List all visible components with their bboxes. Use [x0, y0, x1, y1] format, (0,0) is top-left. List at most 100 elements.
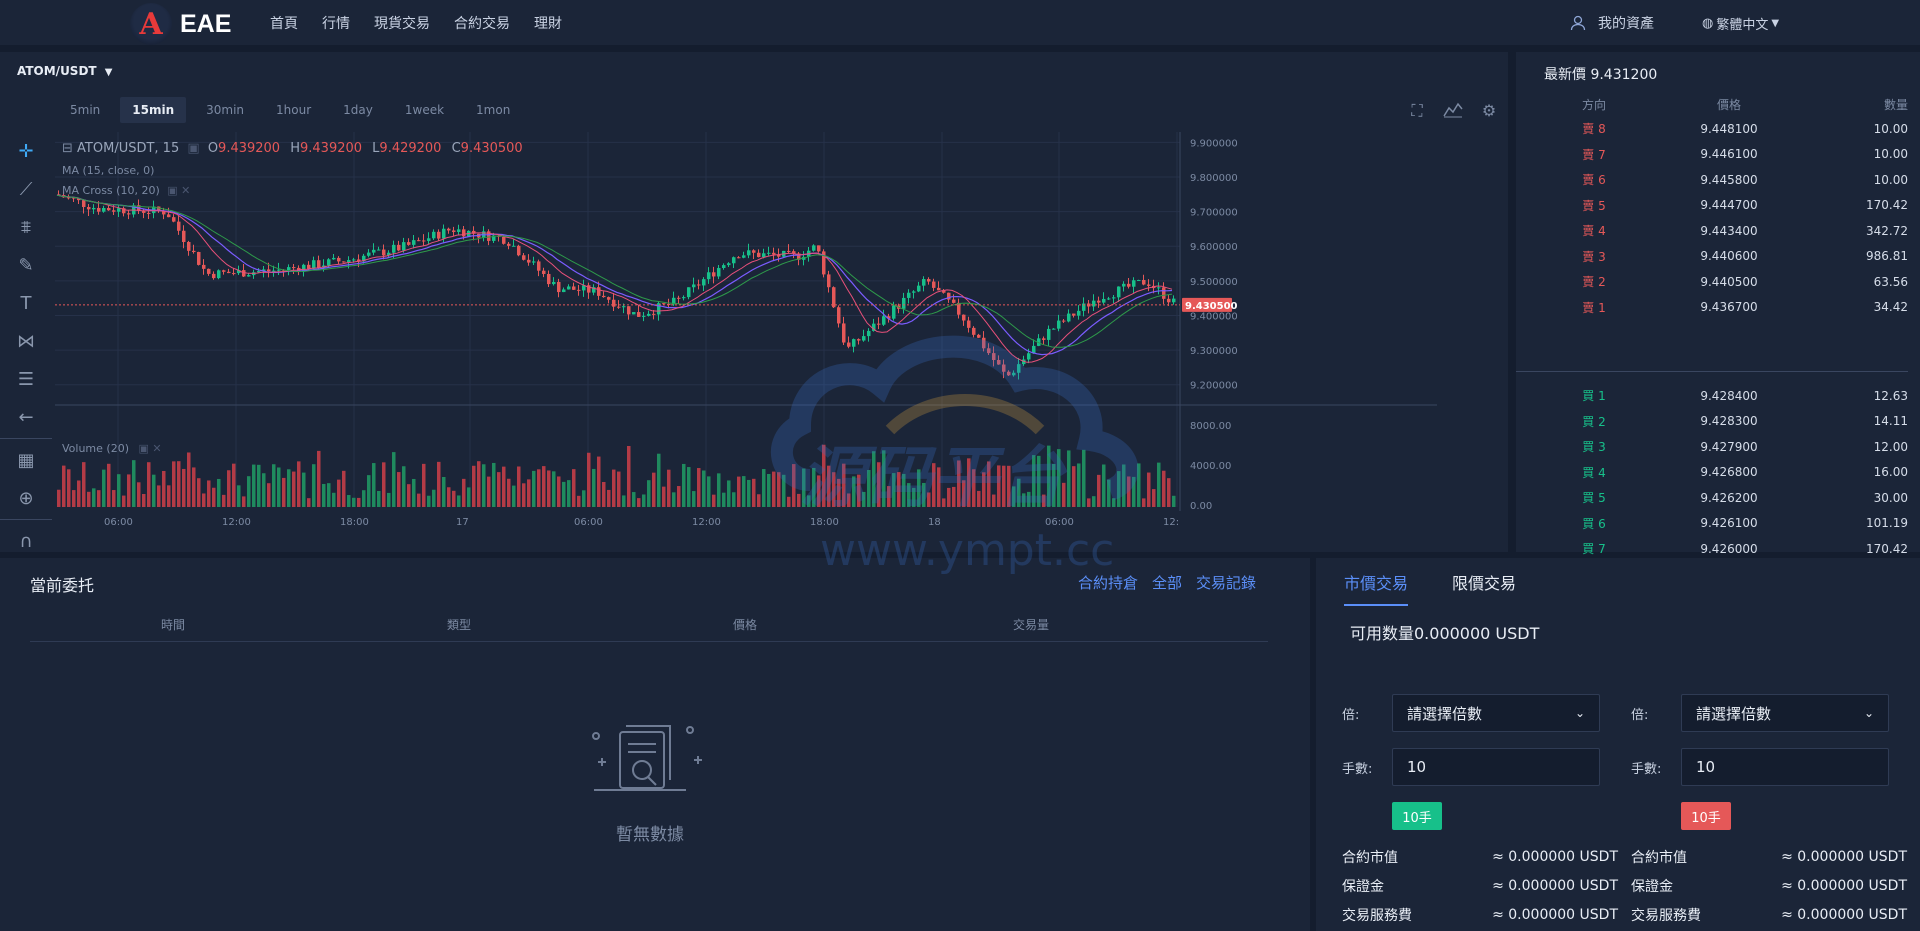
- bid-row[interactable]: 買 3 9.427900 12.00: [1516, 434, 1908, 459]
- interval-1week[interactable]: 1week: [393, 97, 456, 123]
- candle-body: [892, 305, 896, 319]
- ask-row[interactable]: 賣 7 9.446100 10.00: [1516, 142, 1908, 167]
- interval-15min[interactable]: 15min: [120, 97, 187, 123]
- buy-lots-input[interactable]: 10: [1392, 748, 1600, 786]
- nav-contract-trading[interactable]: 合約交易: [454, 13, 510, 33]
- zoom-in-icon[interactable]: ⊕: [0, 479, 52, 517]
- back-arrow-icon[interactable]: ←: [0, 398, 52, 436]
- tab-market-order[interactable]: 市價交易: [1344, 570, 1409, 606]
- ask-row[interactable]: 賣 6 9.445800 10.00: [1516, 167, 1908, 192]
- sell-lots-input[interactable]: 10: [1681, 748, 1889, 786]
- leverage-select-value: 請選擇倍數: [1696, 704, 1772, 723]
- candle-body: [562, 289, 566, 293]
- chevron-down-icon: ⌄: [1863, 706, 1874, 720]
- bid-row[interactable]: 買 2 9.428300 14.11: [1516, 409, 1908, 434]
- bid-row[interactable]: 買 1 9.428400 12.63: [1516, 383, 1908, 408]
- candle-body: [292, 267, 296, 269]
- bid-row[interactable]: 買 6 9.426100 101.19: [1516, 511, 1908, 536]
- language-select[interactable]: ◍ 繁體中文 ▼: [1702, 14, 1779, 33]
- close-small-icon[interactable]: ✕: [152, 442, 161, 455]
- close-small-icon[interactable]: ✕: [181, 184, 190, 197]
- volume-bar: [357, 497, 361, 507]
- fullscreen-icon[interactable]: ⛶: [1406, 100, 1428, 122]
- ask-row[interactable]: 賣 4 9.443400 342.72: [1516, 218, 1908, 243]
- crosshair-icon[interactable]: ✛: [0, 132, 52, 170]
- nav-spot-trading[interactable]: 現貨交易: [374, 13, 430, 33]
- nav-finance[interactable]: 理財: [534, 13, 562, 33]
- volume-bar: [352, 497, 356, 507]
- pattern-icon[interactable]: ⋈: [0, 322, 52, 360]
- volume-bar: [687, 467, 691, 507]
- my-assets-link[interactable]: 我的資產: [1570, 13, 1654, 33]
- volume-bar: [412, 478, 416, 507]
- buy-lots-button[interactable]: 10手: [1392, 802, 1442, 830]
- volume-bar: [1102, 464, 1106, 507]
- volume-bar: [1142, 498, 1146, 507]
- sell-leverage-select[interactable]: 請選擇倍數 ⌄: [1681, 694, 1889, 732]
- price-tick-label: 9.200000: [1190, 381, 1238, 392]
- interval-30min[interactable]: 30min: [194, 97, 256, 123]
- ask-row[interactable]: 賣 1 9.436700 34.42: [1516, 295, 1908, 320]
- legend-low-value: 9.429200: [379, 141, 442, 156]
- settings-small-icon[interactable]: ▣: [139, 442, 149, 455]
- volume-bar: [867, 469, 871, 507]
- link-positions[interactable]: 合約持倉: [1078, 572, 1138, 593]
- interval-tabs: 5min 15min 30min 1hour 1day 1week 1mon: [58, 97, 530, 123]
- link-all[interactable]: 全部: [1152, 572, 1182, 593]
- row-price: 9.426000: [1700, 541, 1758, 556]
- trend-line-icon[interactable]: ⟋: [0, 170, 52, 208]
- leverage-label: 倍:: [1342, 707, 1360, 723]
- measure-icon[interactable]: ☰: [0, 360, 52, 398]
- interval-1mon[interactable]: 1mon: [464, 97, 522, 123]
- study-ma-label: MA (15, close, 0): [62, 164, 155, 177]
- sell-lots-button[interactable]: 10手: [1681, 802, 1731, 830]
- symbol-selector[interactable]: ATOM/USDT ▼: [17, 64, 113, 78]
- volume-bar: [367, 475, 371, 507]
- row-side: 賣 2: [1582, 275, 1606, 289]
- ask-row[interactable]: 賣 5 9.444700 170.42: [1516, 193, 1908, 218]
- nav-market[interactable]: 行情: [322, 13, 350, 33]
- last-price-tag: 9.430500: [1185, 301, 1238, 312]
- candlestick-chart[interactable]: 9.900000 9.800000 9.700000 9.600000 9.500000…: [55, 132, 1437, 562]
- interval-1hour[interactable]: 1hour: [264, 97, 323, 123]
- volume-bar: [317, 450, 321, 507]
- candle-body: [1012, 372, 1016, 376]
- interval-5min[interactable]: 5min: [58, 97, 112, 123]
- volume-bar: [877, 462, 881, 507]
- pitchfork-icon[interactable]: ⩨: [0, 208, 52, 246]
- volume-bar: [597, 456, 601, 507]
- candle-body: [832, 287, 836, 308]
- volume-bar: [242, 496, 246, 507]
- col-volume: 交易量: [1012, 618, 1049, 632]
- ask-row[interactable]: 賣 3 9.440600 986.81: [1516, 244, 1908, 269]
- nav-home[interactable]: 首頁: [270, 13, 298, 33]
- brush-icon[interactable]: ✎: [0, 246, 52, 284]
- lots-label: 手數:: [1631, 761, 1662, 777]
- bid-row[interactable]: 買 4 9.426800 16.00: [1516, 460, 1908, 485]
- indicators-icon[interactable]: [1442, 100, 1464, 122]
- collapse-legend-icon[interactable]: ⊟: [62, 141, 73, 156]
- time-tick-label: 12:00: [692, 517, 721, 528]
- row-side: 賣 4: [1582, 224, 1606, 238]
- settings-small-icon[interactable]: ▣: [187, 141, 199, 156]
- link-trade-history[interactable]: 交易記錄: [1196, 572, 1256, 593]
- row-price: 9.444700: [1700, 198, 1758, 212]
- forecast-icon[interactable]: ▦: [0, 441, 52, 479]
- interval-1day[interactable]: 1day: [331, 97, 385, 123]
- ask-row[interactable]: 賣 2 9.440500 63.56: [1516, 269, 1908, 294]
- ask-row[interactable]: 賣 8 9.448100 10.00: [1516, 116, 1908, 141]
- volume-bar: [742, 476, 746, 507]
- text-tool-icon[interactable]: T: [0, 284, 52, 322]
- volume-bar: [812, 467, 816, 507]
- volume-bar: [647, 480, 651, 507]
- candle-body: [1122, 283, 1126, 287]
- settings-gear-icon[interactable]: ⚙: [1478, 100, 1500, 122]
- tab-limit-order[interactable]: 限價交易: [1452, 570, 1516, 606]
- volume-bar: [107, 463, 111, 507]
- bid-row[interactable]: 買 5 9.426200 30.00: [1516, 485, 1908, 510]
- magnet-icon[interactable]: ∩: [0, 522, 52, 560]
- candle-body: [647, 313, 651, 316]
- buy-leverage-select[interactable]: 請選擇倍數 ⌄: [1392, 694, 1600, 732]
- brand-logo[interactable]: A EAE: [130, 3, 231, 45]
- settings-small-icon[interactable]: ▣: [167, 184, 177, 197]
